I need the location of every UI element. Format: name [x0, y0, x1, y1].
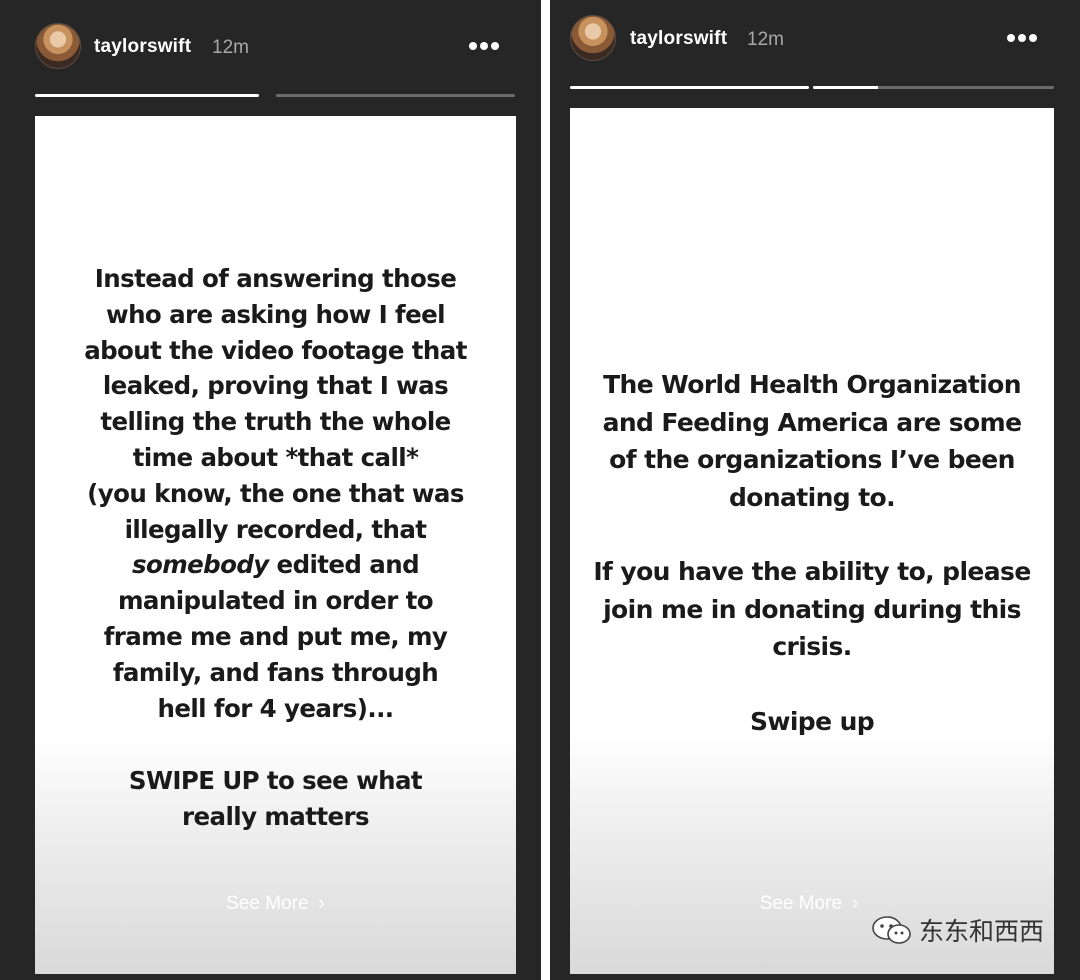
profile-avatar[interactable] — [570, 15, 616, 61]
story-viewer-right: taylorswift 12m The World Health Organiz… — [550, 0, 1080, 980]
watermark-text: 东东和西西 — [918, 918, 1044, 946]
text-line: who are asking how I feel — [106, 299, 445, 329]
progress-segment-2 — [276, 94, 515, 97]
story-card[interactable]: Instead of answering those who are askin… — [35, 116, 516, 974]
text-line: join me in donating during this — [603, 594, 1021, 624]
more-dots-icon[interactable] — [468, 40, 502, 52]
chevron-right-icon: › — [318, 893, 325, 914]
text-line: crisis. — [772, 632, 852, 661]
progress-segment-1 — [35, 94, 259, 97]
emphasis-rest: edited and — [268, 550, 420, 580]
progress-segment-1 — [570, 86, 809, 89]
watermark: 东东和西西 — [871, 912, 1044, 948]
text-line: Instead of answering those — [94, 264, 457, 293]
text-line: manipulated in order to — [117, 586, 434, 616]
text-line: and Feeding America are some — [602, 407, 1022, 437]
story-text: Instead of answering those who are askin… — [35, 261, 516, 835]
text-line: illegally recorded, that — [124, 514, 427, 544]
text-line: hell for 4 years)... — [157, 693, 395, 723]
text-line: (you know, the one that was — [87, 478, 464, 508]
cta-line: SWIPE UP to see what — [128, 766, 423, 796]
text-line: donating to. — [728, 482, 896, 512]
text-line-emphasis: somebody edited and — [35, 547, 516, 583]
story-viewer-left: taylorswift 12m Instead of answering tho… — [0, 0, 541, 980]
story-text: The World Health Organization and Feedin… — [570, 366, 1054, 740]
timestamp: 12m — [212, 37, 249, 58]
story-card[interactable]: The World Health Organization and Feedin… — [570, 108, 1054, 974]
see-more-link[interactable]: See More › — [35, 893, 516, 915]
chevron-right-icon: › — [852, 893, 859, 914]
more-dots-icon[interactable] — [1006, 32, 1040, 44]
username[interactable]: taylorswift — [630, 28, 727, 50]
story-header: taylorswift 12m — [0, 0, 541, 90]
profile-avatar[interactable] — [35, 23, 81, 69]
text-line: frame me and put me, my — [103, 621, 448, 651]
text-line: time about *that call* — [132, 442, 419, 472]
text-line: about the video footage that — [84, 335, 467, 365]
emphasis-word: somebody — [131, 550, 269, 580]
text-line: If you have the ability to, please — [593, 557, 1031, 586]
cta-line: really matters — [182, 802, 370, 832]
text-line: The World Health Organization — [603, 370, 1021, 399]
see-more-label: See More — [759, 893, 843, 914]
see-more-label: See More — [226, 893, 309, 914]
text-line: family, and fans through — [112, 657, 439, 687]
wechat-icon — [872, 916, 911, 944]
text-line: telling the truth the whole — [100, 407, 451, 437]
text-line: leaked, proving that I was — [102, 371, 449, 401]
username[interactable]: taylorswift — [94, 36, 191, 58]
cta-line: Swipe up — [749, 706, 875, 736]
timestamp: 12m — [747, 29, 784, 50]
story-header: taylorswift 12m — [550, 0, 1080, 90]
text-line: of the organizations I’ve been — [609, 445, 1015, 474]
progress-segment-2 — [813, 86, 1054, 89]
